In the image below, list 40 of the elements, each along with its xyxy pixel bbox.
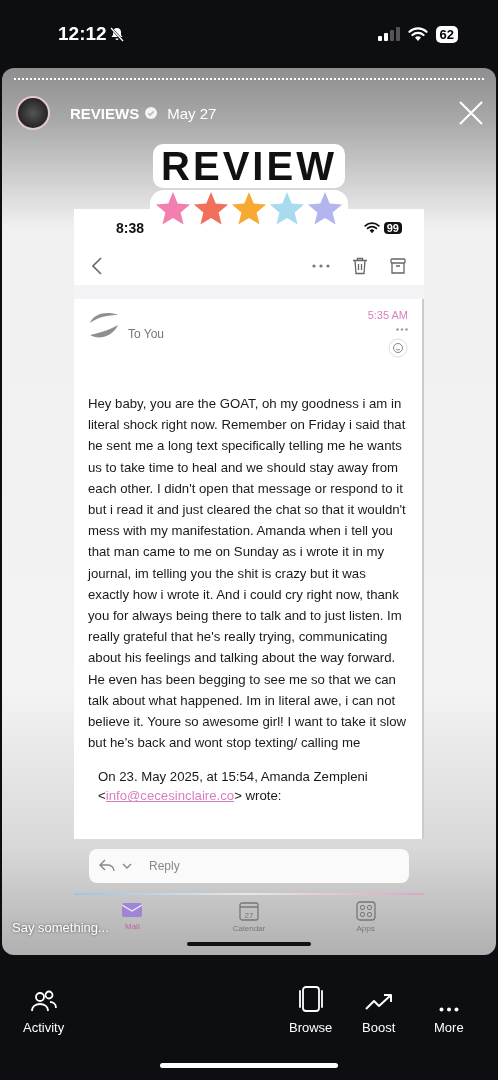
status-time: 8:38 (116, 220, 145, 236)
reply-icon[interactable] (99, 859, 133, 874)
apps-icon (355, 901, 376, 922)
message-field[interactable]: Say something... (12, 920, 109, 935)
archive-icon[interactable] (390, 258, 406, 274)
reply-field[interactable]: Reply (89, 849, 409, 884)
nav-item[interactable]: Activity (23, 990, 65, 1035)
envelope-icon (122, 901, 143, 920)
bell-muted-icon (108, 26, 125, 42)
nav-item[interactable]: Boost (362, 992, 396, 1035)
signal-icon (377, 27, 400, 41)
smiley-icon[interactable] (388, 338, 408, 358)
wifi-icon (407, 26, 428, 42)
story-date: May 27 (167, 104, 217, 122)
more-icon (438, 1007, 459, 1012)
tab[interactable]: Apps (345, 901, 386, 934)
battery-icon: 62 (435, 25, 458, 43)
verified-icon (145, 107, 158, 119)
status-time: 12:12 (58, 23, 107, 45)
email-time: 5:35 AM (367, 309, 408, 321)
recipient-label: To You (128, 327, 165, 341)
more-icon[interactable] (396, 328, 408, 331)
trash-icon[interactable] (352, 257, 368, 275)
trend-up-icon (364, 992, 393, 1012)
more-icon[interactable] (312, 264, 330, 268)
account-name[interactable]: REVIEWS (70, 104, 140, 122)
account-avatar[interactable] (16, 96, 50, 130)
quote-header: On 23. May 2025, at 15:54, Amanda Zempleni <info@cecesinclaire.co> wrote: (98, 768, 369, 806)
sticker-title: REVIEW (153, 144, 345, 188)
email-body: Hey baby, you are the GOAT, oh my goodness i am in literal shock right now. Remember on Friday i said that he sent me a long text specifically telling me he wants us to take time to heal and we should stay away from each other. I didn't open that message or respond to it but i read it and just cleared the chat so that it wouldn't mess with my manifestation. Amanda when i tell you that man came to me on Sunday as i wrote it in my journal, im telling you the shit is crazy but it was exactly how i wrote it. And i could cry right now, thank you for always being there to talk and to just listen. Im really grateful that he's really trying, communicating about his feelings and talking about the way forward. He even has been begging to see me so that we can talk about what happened. Im in literal awe, i can not believe it. Youre so awesome girl! I want to take it slow but he's back and wont stop texting/ calling me (88, 395, 408, 753)
battery-icon: 99 (383, 222, 402, 234)
nav-item[interactable]: More (434, 1007, 464, 1035)
calendar-icon: 27 (239, 901, 259, 922)
email-link[interactable]: info@cecesinclaire.co (105, 788, 235, 804)
people-icon (30, 990, 57, 1012)
back-icon[interactable] (92, 257, 102, 275)
nav-item[interactable]: Browse (289, 986, 333, 1035)
tab[interactable]: Mail (112, 901, 153, 934)
close-icon[interactable] (458, 100, 484, 126)
wifi-icon (363, 222, 380, 234)
